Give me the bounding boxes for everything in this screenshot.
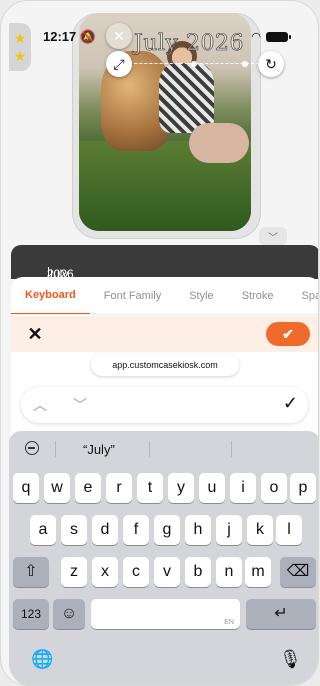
key-j[interactable]: j [216, 515, 242, 545]
form-navigation-bar: ︿ ﹀ ✓ [21, 387, 308, 423]
status-bar: 12:17 🔕 ◠ [1, 27, 318, 47]
key-o[interactable]: o [261, 473, 287, 503]
key-d[interactable]: d [92, 515, 118, 545]
key-x[interactable]: x [92, 557, 118, 587]
keyboard: “July” q w e r t y u i o p a s d f g h j… [9, 431, 318, 685]
key-p[interactable]: p [290, 473, 316, 503]
key-b[interactable]: b [185, 557, 211, 587]
key-u[interactable]: u [199, 473, 225, 503]
key-f[interactable]: f [123, 515, 149, 545]
numbers-key[interactable]: 123 [13, 599, 49, 629]
confirm-button[interactable]: ✔ [266, 322, 310, 346]
emoji-key[interactable]: ☺ [53, 599, 85, 629]
divider [55, 441, 56, 457]
key-n[interactable]: n [216, 557, 242, 587]
key-h[interactable]: h [185, 515, 211, 545]
tab-bar: Keyboard Font Family Style Stroke Spa [11, 277, 318, 315]
tab-font-family[interactable]: Font Family [90, 277, 175, 314]
key-v[interactable]: v [154, 557, 180, 587]
key-q[interactable]: q [13, 473, 39, 503]
key-e[interactable]: e [75, 473, 101, 503]
cancel-button[interactable]: ✕ [25, 324, 45, 344]
previous-field-icon[interactable]: ︿ [33, 395, 47, 415]
key-c[interactable]: c [123, 557, 149, 587]
return-key[interactable]: ↵ [246, 599, 316, 629]
phone-screen: ★ ★ July 2026 ✕ ⤢ ↻ 12:17 🔕 ◠ ﹀ July 2026… [0, 0, 319, 686]
key-s[interactable]: s [61, 515, 87, 545]
action-row: ✕ ✔ [11, 316, 318, 352]
key-z[interactable]: z [61, 557, 87, 587]
microphone-icon[interactable]: 🎙 [279, 649, 302, 670]
key-g[interactable]: g [154, 515, 180, 545]
bell-muted-icon: 🔕 [79, 29, 97, 44]
emoji-search-icon[interactable] [25, 441, 39, 455]
next-field-icon[interactable]: ﹀ [73, 395, 87, 415]
suggestion-word[interactable]: “July” [83, 442, 115, 457]
key-t[interactable]: t [137, 473, 163, 503]
delete-key[interactable]: ⌫ [280, 557, 316, 587]
key-a[interactable]: a [30, 515, 56, 545]
space-language-label: EN [224, 619, 234, 626]
text-input-bar[interactable]: July 2026 [11, 245, 318, 281]
tab-spacing[interactable]: Spa [287, 277, 318, 314]
tab-style[interactable]: Style [175, 277, 227, 314]
clock: 12:17 🔕 [43, 29, 97, 44]
selection-handle[interactable] [191, 61, 197, 67]
key-r[interactable]: r [106, 473, 132, 503]
wifi-icon: ◠ [251, 31, 261, 43]
star-icon: ★ [13, 48, 27, 64]
key-i[interactable]: i [230, 473, 256, 503]
key-w[interactable]: w [44, 473, 70, 503]
key-y[interactable]: y [168, 473, 194, 503]
url-pill[interactable]: app.customcasekiosk.com [91, 354, 239, 376]
divider [149, 441, 150, 457]
globe-icon[interactable]: 🌐 [31, 649, 53, 670]
divider [231, 441, 232, 457]
rotate-icon[interactable]: ↻ [258, 51, 284, 77]
key-k[interactable]: k [247, 515, 273, 545]
key-m[interactable]: m [245, 557, 271, 587]
tab-keyboard[interactable]: Keyboard [11, 277, 90, 314]
status-icons: ◠ [251, 30, 291, 43]
selection-handle[interactable] [242, 61, 248, 67]
shift-key[interactable]: ⇧ [13, 557, 49, 587]
adult-figure [189, 123, 249, 163]
resize-icon[interactable]: ⤢ [106, 51, 132, 77]
collapse-chevron-icon[interactable]: ﹀ [259, 227, 287, 245]
suggestion-bar: “July” [9, 431, 318, 467]
done-check-icon[interactable]: ✓ [283, 393, 298, 414]
battery-icon [266, 31, 291, 42]
tab-stroke[interactable]: Stroke [228, 277, 288, 314]
space-key[interactable]: EN [91, 599, 240, 629]
key-l[interactable]: l [276, 515, 302, 545]
